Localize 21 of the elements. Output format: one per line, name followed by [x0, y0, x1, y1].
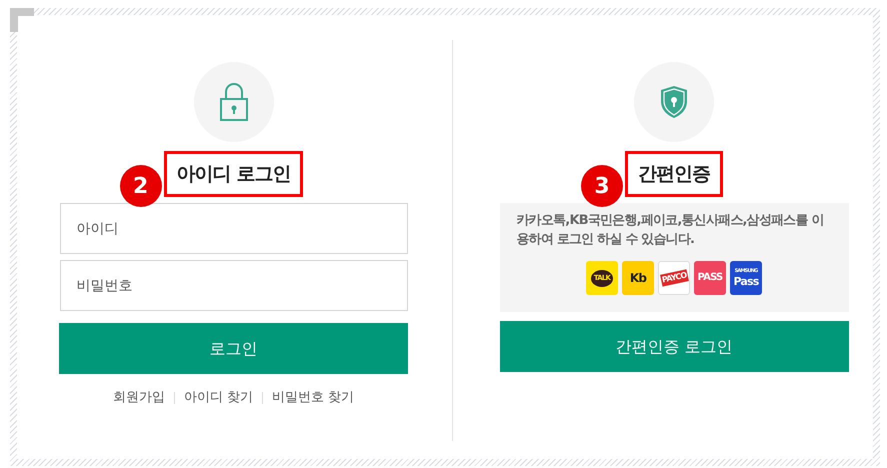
footer-link[interactable]: 비밀번호 찾기: [272, 388, 354, 408]
padlock-icon: [218, 82, 248, 122]
input-field[interactable]: 아이디: [60, 203, 408, 254]
number-badge: 2: [120, 165, 162, 207]
number-badge: 3: [581, 165, 623, 207]
input-field[interactable]: 비밀번호: [60, 260, 408, 311]
shield-lock-icon: [660, 85, 688, 119]
logo-text: PASS: [698, 273, 722, 283]
logo-tile[interactable]: Kb: [622, 261, 654, 295]
section-title: 간편인증: [625, 151, 723, 197]
section-title: 아이디 로그인: [164, 151, 304, 197]
footer-link[interactable]: 아이디 찾기: [184, 388, 253, 408]
easy-login-button[interactable]: 간편인증 로그인: [500, 321, 848, 372]
logo-tile[interactable]: PAYCO: [658, 261, 690, 295]
logo-text: Kb: [630, 272, 646, 284]
description-text: 카카오톡,KB국민은행,페이코,통신사패스,삼성패스를 이용하여 로그인 하실 수 있습니다.: [516, 212, 825, 249]
logo-tile[interactable]: PASS: [694, 261, 726, 295]
login-button[interactable]: 로그인: [59, 323, 408, 374]
payco-logo: PAYCO: [660, 269, 688, 287]
footer-link[interactable]: 회원가입: [112, 388, 165, 408]
logo-text: Pass: [733, 276, 759, 287]
